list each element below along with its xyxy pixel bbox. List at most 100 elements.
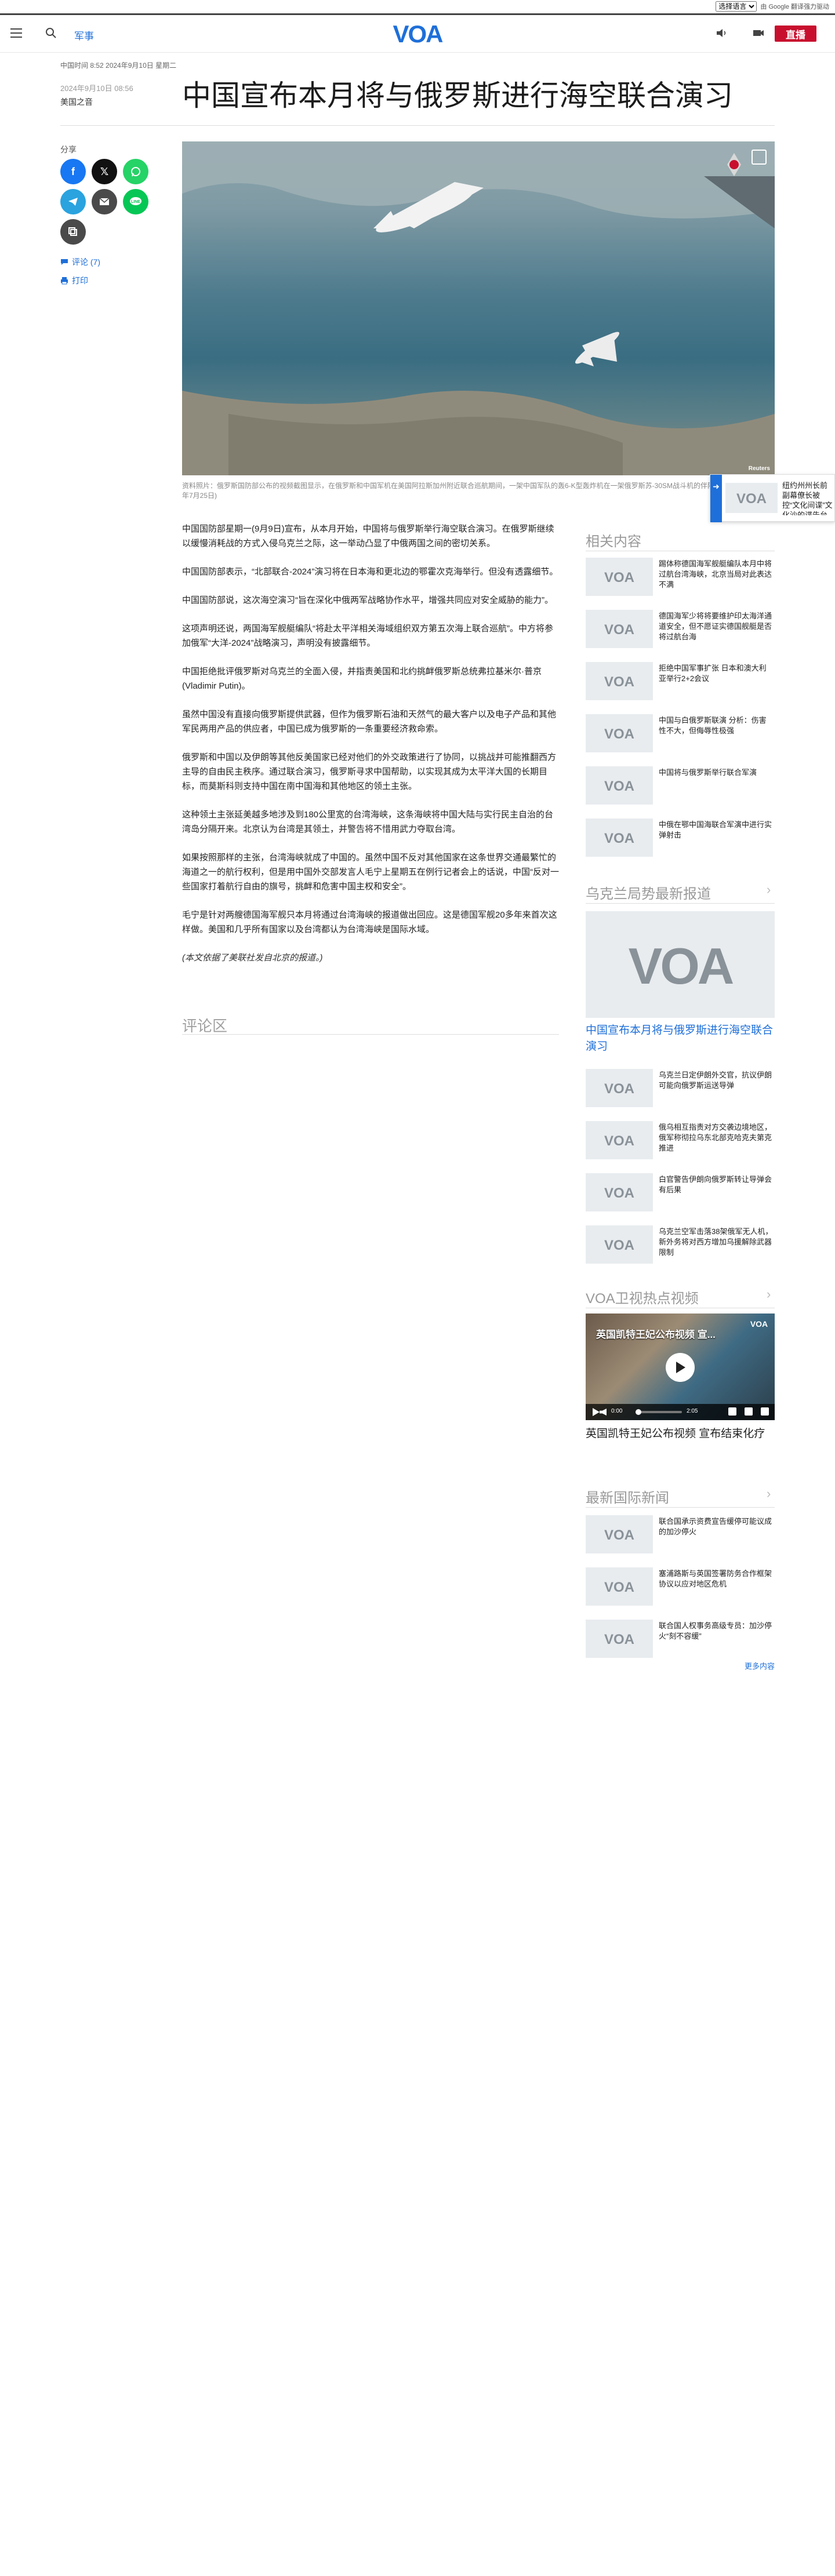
intl-item[interactable]: VOA 联合国人权事务高级专员：加沙停火“刻不容缓” [586,1618,775,1660]
related-item[interactable]: VOA 中俄在鄂中国海联合军演中进行实弹射击 [586,817,775,859]
video-icon[interactable] [752,26,765,40]
related-section-title: 相关内容 [586,534,641,550]
chevron-right-icon: › [767,1287,771,1301]
x-share-button[interactable]: 𝕏 [92,159,117,184]
related-item[interactable]: VOA 德国海军少将将要维护印太海洋通道安全，但不愿证实德国舰艇是否将过航台海 [586,609,775,650]
publish-date: 2024年9月10日 08:56 [60,84,133,93]
svg-text:VOA: VOA [750,1319,768,1329]
voa-thumbnail-large[interactable]: VOA [586,911,775,1018]
more-content-link[interactable]: 更多内容 [745,1660,775,1671]
comment-icon [61,259,68,265]
image-caption: 资料照片：俄罗斯国防部公布的视频截图显示，在俄罗斯和中国军机在美国阿拉斯加州附近… [182,482,760,500]
menu-icon[interactable] [10,28,22,38]
fullscreen-icon[interactable] [761,1407,769,1416]
svg-text:VOA: VOA [604,1527,634,1542]
facebook-icon: f [71,165,75,177]
voa-thumbnail: VOA [586,1121,653,1159]
video-player[interactable]: 英国凯特王妃公布视频 宣... VOA 0:00 2:05 [586,1314,775,1420]
video-controls: 0:00 2:05 [586,1404,775,1420]
print-link[interactable]: 打印 [60,275,88,286]
volume-icon[interactable] [600,1409,607,1416]
settings-icon[interactable] [745,1407,753,1416]
voa-logo[interactable]: VOA [387,20,448,47]
live-button[interactable]: 直播 [775,26,816,42]
paragraph: 这项声明还说，两国海军舰艇编队“将赴太平洋相关海域组织双方第五次海上联合巡航”。… [182,624,553,648]
facebook-share-button[interactable]: f [60,159,86,184]
play-icon [676,1362,685,1373]
intl-item[interactable]: VOA 塞浦路斯与英国签署防务合作框架协议以应对地区危机 [586,1566,775,1608]
paragraph: 中国拒绝批评俄罗斯对乌克兰的全面入侵，并指责美国和北约挑衅俄罗斯总统弗拉基米尔·… [182,667,542,691]
expand-icon[interactable] [752,150,767,165]
divider [586,903,775,904]
floating-related-card[interactable]: ➜ VOA 纽约州州长前副幕僚长被控“文化间谍”文化沙的谍告台湾裁美国国务院 [710,474,835,522]
ukraine-item[interactable]: VOA 乌克兰空军击落38架俄军无人机，新外务将对西方增加乌援解除武器限制 [586,1224,775,1266]
intl-item-title: 联合国人权事务高级专员：加沙停火“刻不容缓” [659,1621,772,1640]
paragraph: 这种领土主张延美越多地涉及到180公里宽的台湾海峡，这条海峡将中国大陆与实行民主… [182,810,554,834]
chevron-right-icon: › [767,1486,771,1501]
intl-section-title[interactable]: 最新国际新闻 › [586,1486,771,1507]
ukraine-item-title: 乌克兰日定伊朗外交官，抗议伊朗可能向俄罗斯运送导弹 [659,1071,772,1090]
voa-thumbnail: VOA [586,1620,653,1658]
comments-link[interactable]: 评论 (7) [60,256,100,268]
video-overlay-title: 英国凯特王妃公布视频 宣... [596,1329,716,1340]
arrow-right-icon[interactable]: ➜ [710,475,722,522]
ukraine-item[interactable]: VOA 俄乌相互指责对方交袭边境地区，俄军称彻拉乌东北部克哈克夫第克推进 [586,1120,775,1162]
print-icon [61,277,68,285]
voa-thumbnail: VOA [586,662,653,700]
svg-text:VOA: VOA [604,622,634,636]
ukraine-feature-title[interactable]: 中国宣布本月将与俄罗斯进行海空联合演习 [586,1023,775,1055]
svg-text:VOA: VOA [604,1238,634,1252]
svg-text:VOA: VOA [604,1632,634,1646]
fighter-aircraft [575,332,620,366]
related-item[interactable]: VOA 拒绝中国军事扩张 日本和澳大利亚举行2+2会议 [586,661,775,703]
voa-thumbnail: VOA [586,558,653,596]
video-current-time: 0:00 [611,1408,623,1414]
related-item[interactable]: VOA 踢体称德国海军舰艇编队本月中将过航台湾海峡，北京当局对此表达不满 [586,556,775,598]
comments-section-title: 评论区 [182,1017,228,1035]
hero-image[interactable]: Reuters [182,141,775,475]
paragraph: 中国国防部星期一(9月9日)宣布，从本月开始，中国将与俄罗斯举行海空联合演习。在… [182,524,554,548]
intl-item-title: 联合国承示资费宣告缓停可能议成的加沙停火 [659,1517,772,1536]
svg-text:VOA: VOA [604,726,634,741]
video-caption[interactable]: 英国凯特王妃公布视频 宣布结束化疗 [586,1426,775,1442]
cc-icon[interactable] [728,1407,736,1416]
telegram-share-button[interactable] [60,189,86,214]
image-credit: Reuters [748,465,770,472]
svg-text:VOA: VOA [736,491,767,505]
paragraph: 中国国防部说，这次海空演习“旨在深化中俄两军战略协作水平，增强共同应对安全威胁的… [182,595,553,605]
svg-text:VOA: VOA [604,570,634,584]
chevron-right-icon: › [767,882,771,897]
author[interactable]: 美国之音 [60,96,93,108]
video-progress-bar[interactable] [636,1411,682,1413]
search-icon[interactable] [44,26,58,40]
ukraine-item[interactable]: VOA 白官警告伊朗向俄罗斯转让导弹会有后果 [586,1172,775,1214]
intl-item-title: 塞浦路斯与英国签署防务合作框架协议以应对地区危机 [659,1569,772,1588]
play-button[interactable] [666,1353,695,1382]
audio-icon[interactable] [714,26,728,40]
related-item[interactable]: VOA 中国与白俄罗斯联演 分析：伤害性不大，但侮辱性极强 [586,713,775,755]
divider [586,1507,775,1508]
intl-item[interactable]: VOA 联合国承示资费宣告缓停可能议成的加沙停火 [586,1514,775,1556]
language-select[interactable]: 选择语言 [716,1,757,12]
video-scrubber-handle[interactable] [636,1409,641,1415]
section-link-military[interactable]: 军事 [74,28,94,42]
video-section-title[interactable]: VOA卫视热点视频 › [586,1287,771,1307]
site-header: 军事 VOA 直播 [0,17,835,53]
svg-text:VOA: VOA [604,831,634,845]
related-item[interactable]: VOA 中国将与俄罗斯举行联合军演 [586,765,775,807]
copy-link-button[interactable] [60,219,86,245]
share-label: 分享 [60,145,77,154]
print-link-label: 打印 [72,276,88,285]
svg-text:VOA: VOA [604,1081,634,1096]
svg-text:VOA: VOA [604,1185,634,1200]
voa-thumbnail: VOA [725,483,778,513]
voa-thumbnail: VOA [586,766,653,805]
ukraine-section-title[interactable]: 乌克兰局势最新报道 › [586,882,771,903]
email-share-button[interactable] [92,189,117,214]
play-small-icon[interactable] [593,1408,600,1416]
ukraine-item[interactable]: VOA 乌克兰日定伊朗外交官，抗议伊朗可能向俄罗斯运送导弹 [586,1068,775,1109]
translate-widget: 选择语言 由 Google 翻译强力驱动 [716,1,829,12]
whatsapp-share-button[interactable] [123,159,148,184]
comments-link-label: 评论 (7) [72,257,100,267]
line-share-button[interactable]: LINE [123,189,148,214]
